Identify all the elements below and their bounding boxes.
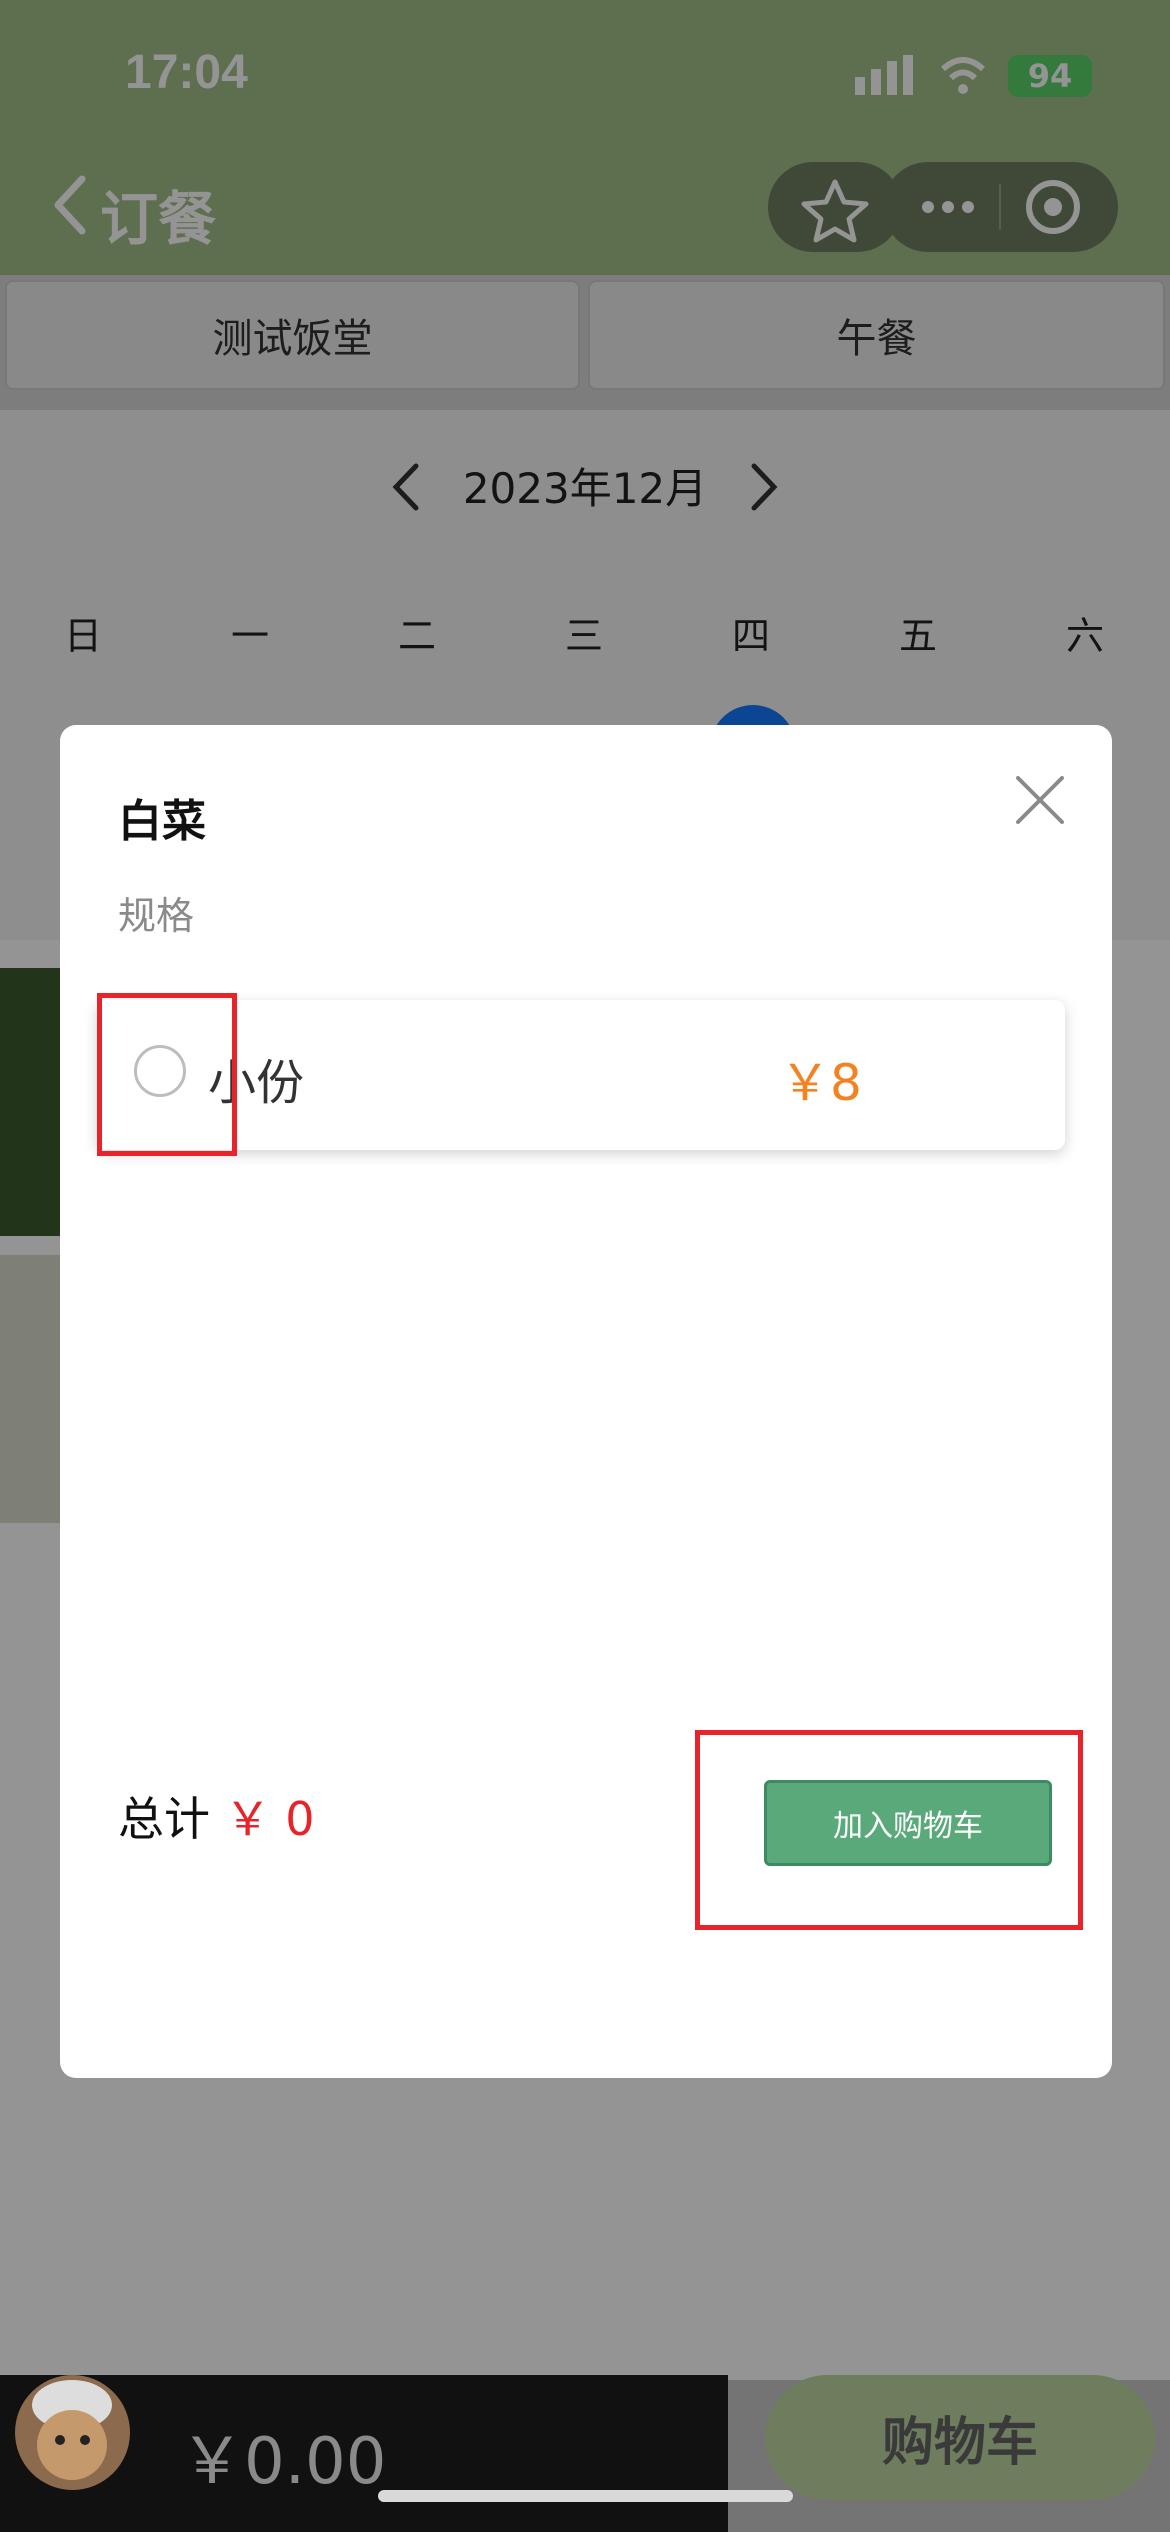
cart-amount: ￥0.00 bbox=[180, 2425, 387, 2499]
spec-label: 规格 bbox=[118, 894, 195, 938]
total: 总计 ￥ 0 bbox=[118, 1783, 315, 1849]
highlight-box-button bbox=[695, 1730, 1083, 1930]
total-label: 总计 bbox=[118, 1792, 210, 1846]
spec-option-price: ￥8 bbox=[780, 1054, 862, 1112]
dish-name: 白菜 bbox=[118, 796, 206, 847]
highlight-box-radio bbox=[97, 993, 237, 1156]
total-value: ￥ 0 bbox=[224, 1792, 315, 1846]
chef-avatar bbox=[15, 2375, 130, 2490]
cart-button[interactable]: 购物车 bbox=[765, 2375, 1155, 2500]
close-icon[interactable] bbox=[1010, 770, 1070, 830]
home-indicator bbox=[378, 2490, 793, 2502]
